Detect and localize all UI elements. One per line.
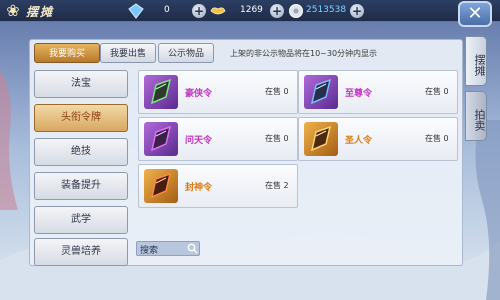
item-card[interactable]: 豪侠令 在售 0 [138,70,298,114]
token-icon [144,169,178,203]
category-martial-arts[interactable]: 武学 [34,206,128,234]
item-card[interactable]: 至尊令 在售 0 [298,70,458,114]
add-silver-button[interactable]: + [350,4,364,18]
item-card[interactable]: 问天令 在售 0 [138,117,298,161]
category-spirit-beast[interactable]: 灵兽培养 [34,238,128,266]
diamond-icon [128,3,144,19]
item-name: 圣人令 [345,136,373,146]
item-stock: 在售 0 [265,134,289,143]
category-list: 法宝 头衔令牌 绝技 装备提升 武学 灵兽培养 [34,70,128,266]
top-bar: ❀ 摆摊 0 + 1269 + 2513538 + [0,0,500,22]
side-tab-stall[interactable]: 摆摊 [465,36,487,86]
add-diamond-button[interactable]: + [192,4,206,18]
category-fabao[interactable]: 法宝 [34,70,128,98]
item-name: 问天令 [185,136,213,146]
side-tab-auction[interactable]: 拍卖 [465,91,487,141]
item-name: 至尊令 [345,89,373,99]
token-icon [304,75,338,109]
search-icon[interactable] [187,243,198,254]
search-label: 搜索 [140,246,159,256]
tab-buy[interactable]: 我要购买 [34,43,100,63]
search-input[interactable]: 搜索 [136,241,200,256]
item-card[interactable]: 封神令 在售 2 [138,164,298,208]
item-name: 豪侠令 [185,89,213,99]
item-stock: 在售 2 [265,181,289,190]
silver-value: 2513538 [306,5,347,15]
category-equipment-upgrade[interactable]: 装备提升 [34,172,128,200]
gold-ingot-icon [210,7,226,15]
item-name: 封神令 [185,183,213,193]
item-stock: 在售 0 [425,134,449,143]
tab-public-items[interactable]: 公示物品 [158,43,214,63]
page-title: 摆摊 [26,5,55,19]
close-button[interactable]: ✕ [458,1,492,27]
item-stock: 在售 0 [425,87,449,96]
tab-sell[interactable]: 我要出售 [100,43,156,63]
category-skills[interactable]: 绝技 [34,138,128,166]
item-card[interactable]: 圣人令 在售 0 [298,117,458,161]
diamond-value: 0 [164,5,170,15]
notice-text: 上架的非公示物品将在10~30分钟内显示 [230,49,378,58]
token-icon [304,122,338,156]
gold-value: 1269 [240,5,263,15]
token-icon [144,122,178,156]
flower-icon: ❀ [6,1,20,20]
item-stock: 在售 0 [265,87,289,96]
category-title-tokens[interactable]: 头衔令牌 [34,104,128,132]
add-gold-button[interactable]: + [270,4,284,18]
item-grid: 豪侠令 在售 0 至尊令 在售 0 问天令 在售 0 圣人令 在售 0 封神令 … [136,70,458,236]
token-icon [144,75,178,109]
silver-coin-icon [289,4,303,18]
